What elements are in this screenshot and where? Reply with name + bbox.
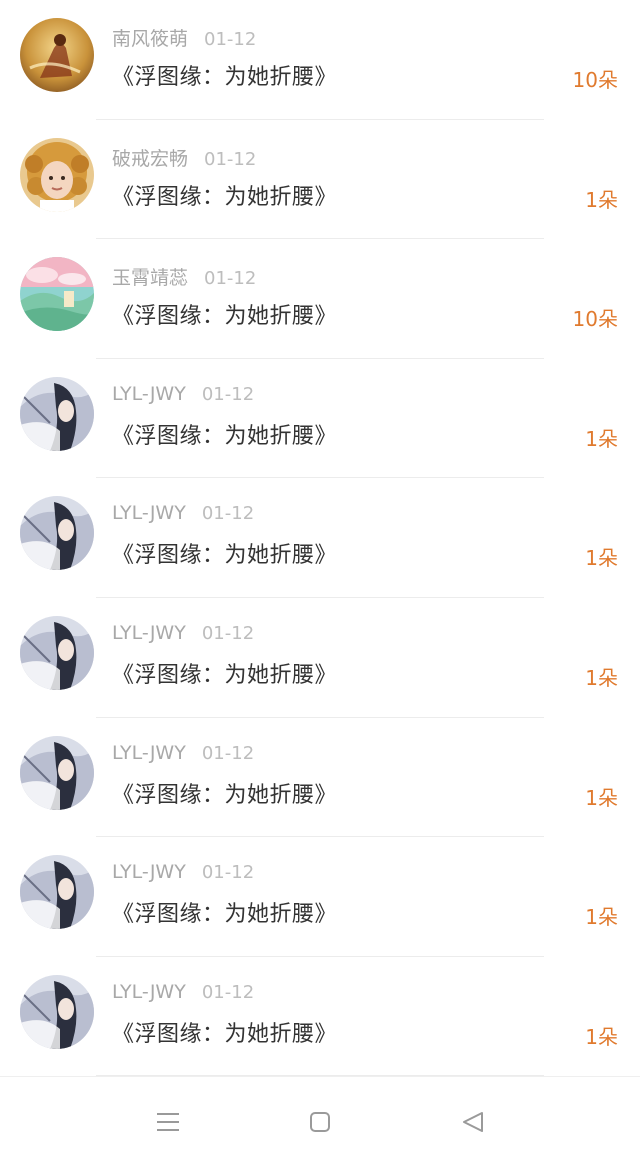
book-title[interactable]: 《浮图缘：为她折腰》 [112, 1016, 337, 1048]
sender-meta: LYL-JWY 01-12 [112, 981, 254, 1003]
back-triangle-icon[interactable] [458, 1107, 488, 1137]
curly-hair-child-avatar[interactable] [20, 137, 94, 212]
send-date: 01-12 [201, 981, 255, 1003]
send-date: 01-12 [204, 148, 257, 170]
book-title[interactable]: 《浮图缘：为她折腰》 [112, 777, 337, 809]
sender-meta: 玉霄靖蕊 01-12 [112, 263, 256, 290]
gift-amount: 1朵 [585, 1024, 618, 1049]
landscape-avatar[interactable] [20, 257, 94, 332]
sender-meta: LYL-JWY 01-12 [112, 383, 254, 405]
book-title[interactable]: 《浮图缘：为她折腰》 [112, 179, 337, 211]
sender-meta: 破戒宏畅 01-12 [112, 144, 256, 171]
list-item[interactable]: LYL-JWY 01-12 《浮图缘：为她折腰》 1朵 [0, 478, 640, 598]
sender-meta: LYL-JWY 01-12 [112, 861, 254, 883]
sender-name[interactable]: 南风筱萌 [112, 28, 188, 50]
sender-meta: LYL-JWY 01-12 [112, 622, 254, 644]
book-title[interactable]: 《浮图缘：为她折腰》 [112, 537, 337, 569]
gift-amount: 1朵 [585, 187, 618, 212]
list-item[interactable]: LYL-JWY 01-12 《浮图缘：为她折腰》 1朵 [0, 957, 640, 1077]
gift-amount: 1朵 [585, 426, 618, 451]
sender-meta: LYL-JWY 01-12 [112, 502, 254, 524]
send-date: 01-12 [204, 268, 257, 290]
gift-amount: 1朵 [585, 905, 618, 930]
book-title[interactable]: 《浮图缘：为她折腰》 [112, 418, 337, 450]
send-date: 01-12 [201, 383, 255, 405]
golden-warrior-avatar[interactable] [20, 18, 94, 92]
list-item[interactable]: 玉霄靖蕊 01-12 《浮图缘：为她折腰》 10朵 [0, 239, 640, 359]
send-date: 01-12 [201, 622, 255, 644]
sender-name[interactable]: LYL-JWY [112, 502, 186, 524]
anime-character-avatar[interactable] [20, 615, 94, 690]
sender-name[interactable]: 玉霄靖蕊 [112, 267, 188, 289]
list-item[interactable]: 南风筱萌 01-12 《浮图缘：为她折腰》 10朵 [0, 0, 640, 120]
home-square-icon[interactable] [305, 1107, 335, 1137]
sender-name[interactable]: LYL-JWY [112, 981, 186, 1003]
gift-amount: 10朵 [572, 68, 618, 92]
send-date: 01-12 [201, 503, 255, 525]
sender-name[interactable]: 破戒宏畅 [112, 148, 188, 170]
book-title[interactable]: 《浮图缘：为她折腰》 [112, 896, 337, 928]
book-title[interactable]: 《浮图缘：为她折腰》 [112, 298, 337, 330]
anime-character-avatar[interactable] [20, 496, 94, 571]
menu-icon[interactable] [153, 1107, 183, 1137]
gift-amount: 10朵 [572, 307, 618, 332]
gift-amount: 1朵 [585, 785, 618, 810]
send-date: 01-12 [201, 742, 255, 764]
sender-meta: 南风筱萌 01-12 [112, 24, 256, 51]
anime-character-avatar[interactable] [20, 974, 94, 1049]
sender-name[interactable]: LYL-JWY [112, 742, 186, 764]
list-item[interactable]: LYL-JWY 01-12 《浮图缘：为她折腰》 1朵 [0, 598, 640, 718]
sender-name[interactable]: LYL-JWY [112, 383, 186, 405]
anime-character-avatar[interactable] [20, 376, 94, 451]
list-item[interactable]: 破戒宏畅 01-12 《浮图缘：为她折腰》 1朵 [0, 120, 640, 240]
send-date: 01-12 [204, 29, 257, 50]
sender-name[interactable]: LYL-JWY [112, 861, 186, 883]
anime-character-avatar[interactable] [20, 735, 94, 810]
sender-name[interactable]: LYL-JWY [112, 622, 186, 644]
gift-amount: 1朵 [585, 665, 618, 690]
gift-amount: 1朵 [585, 546, 618, 571]
book-title[interactable]: 《浮图缘：为她折腰》 [112, 59, 337, 91]
list-item[interactable]: LYL-JWY 01-12 《浮图缘：为她折腰》 1朵 [0, 837, 640, 957]
gift-record-list: 南风筱萌 01-12 《浮图缘：为她折腰》 10朵 破戒宏畅 01-12 《浮图… [0, 0, 640, 1076]
sender-meta: LYL-JWY 01-12 [112, 742, 254, 764]
anime-character-avatar[interactable] [20, 855, 94, 930]
system-nav-bar [0, 1076, 640, 1165]
send-date: 01-12 [201, 862, 255, 884]
list-item[interactable]: LYL-JWY 01-12 《浮图缘：为她折腰》 1朵 [0, 359, 640, 479]
list-item[interactable]: LYL-JWY 01-12 《浮图缘：为她折腰》 1朵 [0, 718, 640, 838]
book-title[interactable]: 《浮图缘：为她折腰》 [112, 657, 337, 689]
